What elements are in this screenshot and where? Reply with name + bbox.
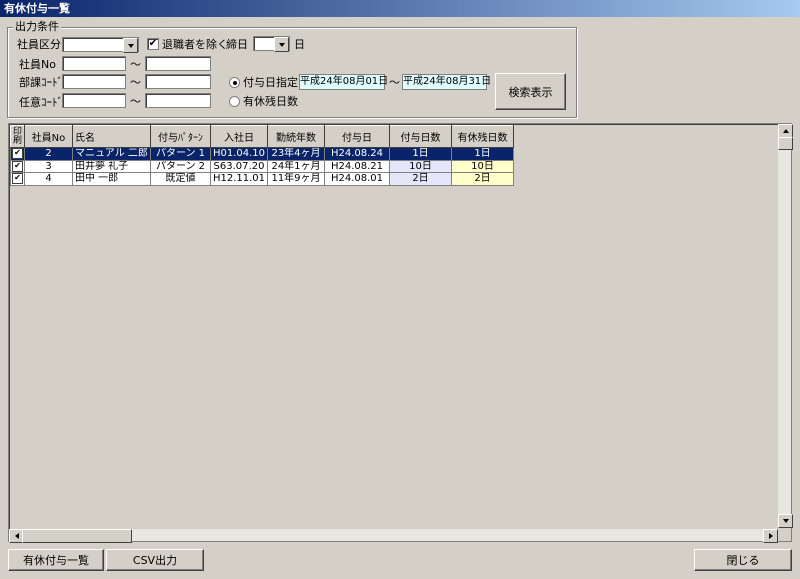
col-header-grant-days[interactable]: 付与日数 — [389, 125, 452, 148]
cell-remaining-days[interactable]: 1日 — [451, 147, 514, 161]
table-row[interactable]: ✔ 4 田中 一郎 既定値 H12.11.01 11年9ヶ月 H24.08.01… — [10, 172, 514, 186]
window-title: 有休付与一覧 — [0, 0, 800, 17]
optional-code-label: 任意ｺｰﾄﾞ — [19, 96, 63, 109]
chevron-down-icon[interactable] — [123, 38, 138, 53]
col-header-grant-date[interactable]: 付与日 — [324, 125, 390, 148]
close-button[interactable]: 閉じる — [694, 549, 792, 571]
cell-hire-date: S63.07.20 — [210, 159, 268, 173]
print-list-button[interactable]: 有休付与一覧 — [8, 549, 104, 571]
cell-employee-no: 4 — [24, 172, 73, 186]
cell-name: 田井夢 礼子 — [72, 159, 151, 173]
cell-employee-no: 3 — [24, 159, 73, 173]
optional-code-to-input[interactable] — [145, 93, 211, 108]
grant-date-to-input[interactable]: 平成24年08月31日 — [402, 74, 491, 90]
employee-no-tilde: ～ — [130, 58, 141, 71]
cell-tenure: 24年1ヶ月 — [267, 159, 325, 173]
print-checkbox[interactable]: ✔ — [10, 172, 25, 186]
scroll-right-button[interactable] — [763, 529, 778, 543]
scroll-up-button[interactable] — [778, 124, 793, 138]
arrow-up-icon — [782, 129, 789, 133]
grant-date-label: 付与日指定 — [243, 76, 298, 89]
employee-type-select[interactable] — [62, 37, 139, 53]
results-grid[interactable] — [8, 123, 792, 542]
exclude-retired-checkbox[interactable]: ✔ — [147, 38, 159, 50]
horizontal-scrollbar[interactable] — [9, 529, 778, 543]
results-table: 印刷 社員No 氏名 付与ﾊﾟﾀｰﾝ 入社日 勤続年数 付与日 付与日数 有休残… — [10, 125, 514, 186]
col-header-print[interactable]: 印刷 — [10, 125, 25, 148]
cell-pattern: パターン 1 — [150, 147, 211, 161]
employee-no-label: 社員No — [19, 58, 56, 71]
cell-grant-date: H24.08.01 — [324, 172, 390, 186]
print-checkbox[interactable]: ✔ — [10, 147, 25, 161]
cell-pattern: パターン 2 — [150, 159, 211, 173]
dept-code-label: 部課ｺｰﾄﾞ — [19, 76, 63, 89]
cell-grant-days[interactable]: 1日 — [389, 147, 452, 161]
filter-group-title: 出力条件 — [13, 20, 61, 33]
horizontal-scroll-thumb[interactable] — [22, 529, 132, 543]
closing-day-unit: 日 — [294, 38, 305, 51]
cell-pattern: 既定値 — [150, 172, 211, 186]
grant-date-radio[interactable] — [229, 77, 240, 88]
cell-employee-no: 2 — [24, 147, 73, 161]
cell-name: 田中 一郎 — [72, 172, 151, 186]
arrow-right-icon — [768, 533, 773, 539]
vertical-scrollbar[interactable] — [778, 124, 793, 528]
chevron-down-icon[interactable] — [274, 37, 289, 52]
cell-grant-days[interactable]: 2日 — [389, 172, 452, 186]
cell-hire-date: H01.04.10 — [210, 147, 268, 161]
closing-day-select[interactable] — [253, 36, 290, 52]
optional-code-tilde: ～ — [130, 95, 141, 108]
table-row[interactable]: ✔ 3 田井夢 礼子 パターン 2 S63.07.20 24年1ヶ月 H24.0… — [10, 159, 514, 173]
col-header-employee-no[interactable]: 社員No — [24, 125, 73, 148]
grant-date-tilde: ～ — [389, 76, 400, 89]
check-icon: ✔ — [12, 148, 23, 159]
scroll-corner — [778, 529, 791, 541]
remaining-days-radio[interactable] — [229, 96, 240, 107]
check-icon: ✔ — [12, 173, 23, 184]
dept-code-from-input[interactable] — [62, 74, 126, 89]
table-header-row: 印刷 社員No 氏名 付与ﾊﾟﾀｰﾝ 入社日 勤続年数 付与日 付与日数 有休残… — [10, 125, 514, 148]
grant-date-from-input[interactable]: 平成24年08月01日 — [299, 74, 388, 90]
print-checkbox[interactable]: ✔ — [10, 159, 25, 173]
col-header-tenure[interactable]: 勤続年数 — [267, 125, 325, 148]
cell-name: マニュアル 二郎 — [72, 147, 151, 161]
arrow-left-icon — [14, 533, 19, 539]
col-header-pattern[interactable]: 付与ﾊﾟﾀｰﾝ — [150, 125, 211, 148]
exclude-retired-label: 退職者を除く — [162, 38, 228, 51]
col-header-remaining-days[interactable]: 有休残日数 — [451, 125, 514, 148]
cell-grant-days[interactable]: 10日 — [389, 159, 452, 173]
scroll-down-button[interactable] — [778, 514, 793, 528]
search-button[interactable]: 検索表示 — [495, 73, 566, 110]
cell-remaining-days[interactable]: 2日 — [451, 172, 514, 186]
col-header-name[interactable]: 氏名 — [72, 125, 151, 148]
dept-code-tilde: ～ — [130, 76, 141, 89]
cell-grant-date: H24.08.21 — [324, 159, 390, 173]
employee-no-to-input[interactable] — [145, 56, 211, 71]
cell-grant-date: H24.08.24 — [324, 147, 390, 161]
vertical-scroll-thumb[interactable] — [778, 137, 793, 150]
employee-type-label: 社員区分 — [17, 38, 61, 51]
table-row[interactable]: ✔ 2 マニュアル 二郎 パターン 1 H01.04.10 23年4ヶ月 H24… — [10, 147, 514, 161]
remaining-days-label: 有休残日数 — [243, 95, 298, 108]
employee-no-from-input[interactable] — [62, 56, 126, 71]
cell-remaining-days[interactable]: 10日 — [451, 159, 514, 173]
cell-hire-date: H12.11.01 — [210, 172, 268, 186]
check-icon: ✔ — [12, 160, 23, 172]
optional-code-from-input[interactable] — [62, 93, 126, 108]
cell-tenure: 23年4ヶ月 — [267, 147, 325, 161]
dept-code-to-input[interactable] — [145, 74, 211, 89]
cell-tenure: 11年9ヶ月 — [267, 172, 325, 186]
csv-export-button[interactable]: CSV出力 — [106, 549, 204, 571]
closing-day-label: 締日 — [226, 38, 248, 51]
arrow-down-icon — [782, 519, 789, 523]
col-header-hire-date[interactable]: 入社日 — [210, 125, 268, 148]
